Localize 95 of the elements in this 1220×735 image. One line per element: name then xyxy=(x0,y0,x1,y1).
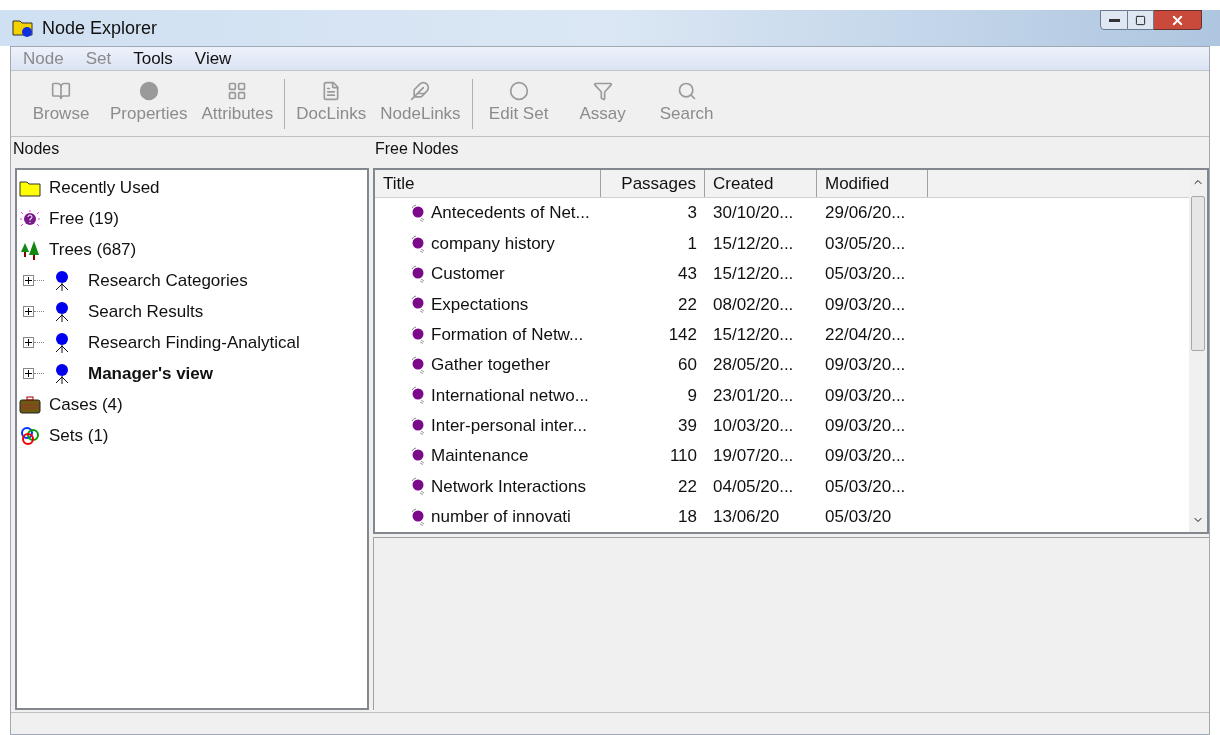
tree-item[interactable]: Free (19) xyxy=(49,205,119,232)
table-cell-text: number of innovati xyxy=(431,506,571,528)
minimize-button[interactable] xyxy=(1100,10,1128,30)
tree-item[interactable]: Manager's view xyxy=(88,360,213,387)
table-cell: 23/01/20... xyxy=(713,385,794,405)
table-cell: 10/03/20... xyxy=(713,415,794,435)
table-cell: 09/03/20... xyxy=(825,355,906,375)
table-cell: 09/03/20... xyxy=(825,446,906,466)
node-ball-icon xyxy=(409,386,427,405)
tree-item[interactable]: Sets (1) xyxy=(49,422,109,449)
table-cell: 19/07/20... xyxy=(713,446,794,466)
tree-item[interactable]: Trees (687) xyxy=(49,236,137,263)
column-header[interactable]: Created xyxy=(705,170,817,197)
expand-toggle[interactable] xyxy=(23,368,34,379)
table-cell: 03/05/20... xyxy=(825,233,906,253)
folder-icon xyxy=(12,18,34,38)
table-cell-text: Network Interactions xyxy=(431,475,586,498)
tree-item[interactable]: Search Results xyxy=(88,298,204,325)
table-cell: 15/12/20... xyxy=(713,264,794,284)
question-ball-icon xyxy=(19,208,41,229)
table-cell: 15/12/20... xyxy=(713,233,794,253)
document-icon xyxy=(321,80,342,101)
node-ball-icon xyxy=(409,416,427,435)
table-cell-text: Inter-personal inter... xyxy=(431,414,587,437)
maximize-icon xyxy=(1135,14,1146,26)
window-title: Node Explorer xyxy=(42,16,158,40)
table-cell: 29/06/20... xyxy=(825,203,906,223)
node-ball-icon xyxy=(409,234,427,253)
expand-toggle[interactable] xyxy=(23,275,34,286)
briefcase-icon xyxy=(19,395,41,414)
menu-item[interactable]: Tools xyxy=(133,45,173,72)
table-cell-text: Expectations xyxy=(431,293,529,316)
minimize-icon xyxy=(1108,18,1120,22)
book-icon xyxy=(51,80,71,101)
node-ball-icon xyxy=(409,295,427,314)
table-cell: 09/03/20... xyxy=(825,294,906,314)
tree-item[interactable]: Cases (4) xyxy=(49,391,123,418)
table-cell: 22 xyxy=(678,476,697,496)
table-cell-text: Antecedents of Net... xyxy=(431,202,590,225)
table-cell: 13/06/20 xyxy=(713,507,780,526)
table-cell: 110 xyxy=(669,446,697,466)
feather-icon xyxy=(410,80,431,101)
menu-item[interactable]: View xyxy=(194,45,232,72)
column-header[interactable]: Modified xyxy=(817,170,928,197)
circle-icon xyxy=(138,80,159,101)
table-cell: 18 xyxy=(678,507,697,526)
close-button[interactable] xyxy=(1154,10,1202,30)
node-ball-icon xyxy=(409,507,427,526)
table-cell-text: Customer xyxy=(431,263,505,286)
filter-icon xyxy=(592,80,613,101)
tree-item[interactable]: Research Finding-Analytical xyxy=(88,329,300,356)
table-cell: 08/02/20... xyxy=(713,294,794,314)
table-cell-text: Formation of Netw... xyxy=(431,323,584,346)
table-cell: 43 xyxy=(678,264,697,284)
folder-icon xyxy=(19,178,41,197)
table-cell: 09/03/20... xyxy=(825,415,906,435)
expand-toggle[interactable] xyxy=(23,337,34,348)
table-cell-text: company history xyxy=(431,232,555,255)
table-cell-text: Gather together xyxy=(431,354,551,377)
table-cell: 28/05/20... xyxy=(713,355,794,375)
table-cell: 39 xyxy=(678,415,697,435)
table-cell: 22/04/20... xyxy=(825,324,906,344)
node-ball-icon xyxy=(409,355,427,374)
tree-item[interactable]: Research Categories xyxy=(88,267,248,294)
table-cell: 3 xyxy=(687,203,697,223)
table-cell: 1 xyxy=(687,233,697,253)
tree-item[interactable]: Recently Used xyxy=(49,174,160,201)
panel-title: Free Nodes xyxy=(374,139,460,159)
table-cell: 15/12/20... xyxy=(713,324,794,344)
node-ball-icon xyxy=(409,477,427,496)
column-header[interactable]: Title xyxy=(375,170,601,197)
table-cell-text: International netwo... xyxy=(431,384,589,407)
panel-title: Nodes xyxy=(12,139,61,159)
grid-icon xyxy=(227,80,248,101)
table-cell: 09/03/20... xyxy=(825,385,906,405)
table-cell-text: Maintenance xyxy=(431,445,529,468)
table-cell: 30/10/20... xyxy=(713,203,794,223)
table-cell: 142 xyxy=(668,324,697,344)
search-icon xyxy=(676,80,697,101)
trees-icon xyxy=(19,239,41,260)
node-ball-icon xyxy=(409,264,427,283)
table-cell: 9 xyxy=(687,385,697,405)
table-cell: 05/03/20... xyxy=(825,476,906,496)
table-cell: 05/03/20... xyxy=(825,264,906,284)
node-ball-icon xyxy=(409,204,427,223)
table-cell: 22 xyxy=(678,294,697,314)
node-ball-icon xyxy=(409,325,427,344)
expand-toggle[interactable] xyxy=(23,306,34,317)
table-cell: 60 xyxy=(678,355,697,375)
table-cell: 05/03/20 xyxy=(825,507,892,526)
table-cell: 04/05/20... xyxy=(713,476,794,496)
maximize-button[interactable] xyxy=(1128,10,1154,30)
node-ball-icon xyxy=(409,447,427,466)
column-header[interactable]: Passages xyxy=(601,170,705,197)
scroll-thumb[interactable] xyxy=(1191,196,1205,351)
